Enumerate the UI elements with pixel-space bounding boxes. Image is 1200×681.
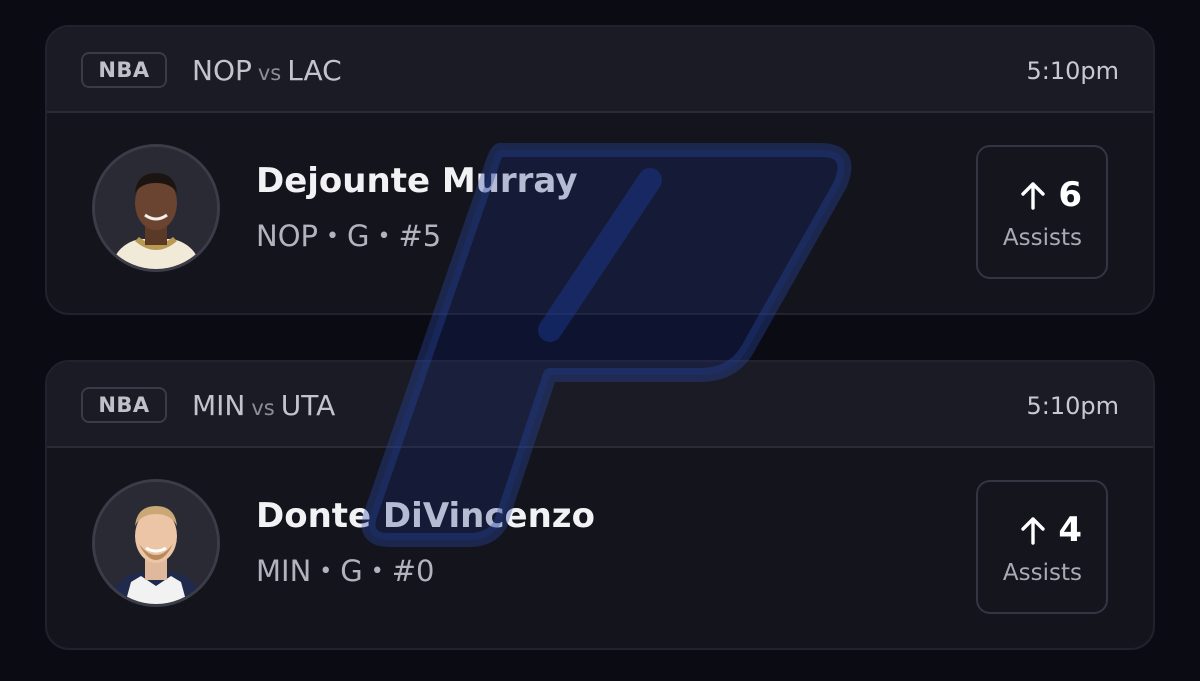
league-badge: NBA	[81, 387, 167, 423]
game-time: 5:10pm	[1026, 392, 1119, 420]
player-position: G	[340, 554, 363, 588]
home-team: NOP	[192, 54, 252, 87]
stat-line: 4	[1020, 510, 1082, 550]
meta-separator: •	[370, 559, 384, 584]
up-arrow-icon	[1021, 517, 1046, 545]
matchup: MIN vs UTA	[192, 386, 335, 428]
player-meta: MIN • G • #0	[256, 554, 434, 588]
matchup: NOP vs LAC	[192, 51, 342, 93]
away-team: LAC	[287, 54, 342, 87]
player-row: Dejounte Murray NOP • G • #5 6 Assists	[47, 113, 1153, 313]
player-avatar	[92, 479, 220, 607]
stat-line: 6	[1020, 175, 1082, 215]
pick-card[interactable]: NBA NOP vs LAC 5:10pm Dejounte Murray NO…	[45, 25, 1155, 315]
meta-separator: •	[319, 559, 333, 584]
player-meta: NOP • G • #5	[256, 219, 441, 253]
game-header: NBA NOP vs LAC 5:10pm	[47, 27, 1153, 113]
player-team: MIN	[256, 554, 312, 588]
game-time: 5:10pm	[1026, 57, 1119, 85]
player-headshot-image	[95, 147, 217, 269]
vs-label: vs	[257, 61, 282, 85]
player-name: Donte DiVincenzo	[256, 496, 595, 536]
stat-value: 4	[1058, 510, 1082, 550]
stat-label: Assists	[1002, 560, 1082, 586]
player-name: Dejounte Murray	[256, 161, 578, 201]
player-headshot-image	[95, 482, 217, 604]
player-position: G	[347, 219, 370, 253]
stat-box[interactable]: 6 Assists	[976, 145, 1108, 279]
game-header: NBA MIN vs UTA 5:10pm	[47, 362, 1153, 448]
stat-value: 6	[1058, 175, 1082, 215]
pick-card[interactable]: NBA MIN vs UTA 5:10pm Donte DiVincenzo M…	[45, 360, 1155, 650]
meta-separator: •	[326, 224, 339, 249]
page: NBA NOP vs LAC 5:10pm Dejounte Murray NO…	[0, 0, 1200, 681]
meta-separator: •	[377, 224, 391, 249]
home-team: MIN	[192, 389, 246, 422]
stat-label: Assists	[1002, 225, 1082, 251]
stat-box[interactable]: 4 Assists	[976, 480, 1108, 614]
player-number: #0	[391, 554, 435, 588]
away-team: UTA	[280, 389, 336, 422]
up-arrow-icon	[1021, 182, 1046, 210]
league-badge: NBA	[81, 52, 167, 88]
player-team: NOP	[256, 219, 319, 253]
vs-label: vs	[251, 396, 275, 420]
player-avatar	[92, 144, 220, 272]
player-row: Donte DiVincenzo MIN • G • #0 4 Assists	[47, 448, 1153, 648]
player-number: #5	[398, 219, 442, 253]
